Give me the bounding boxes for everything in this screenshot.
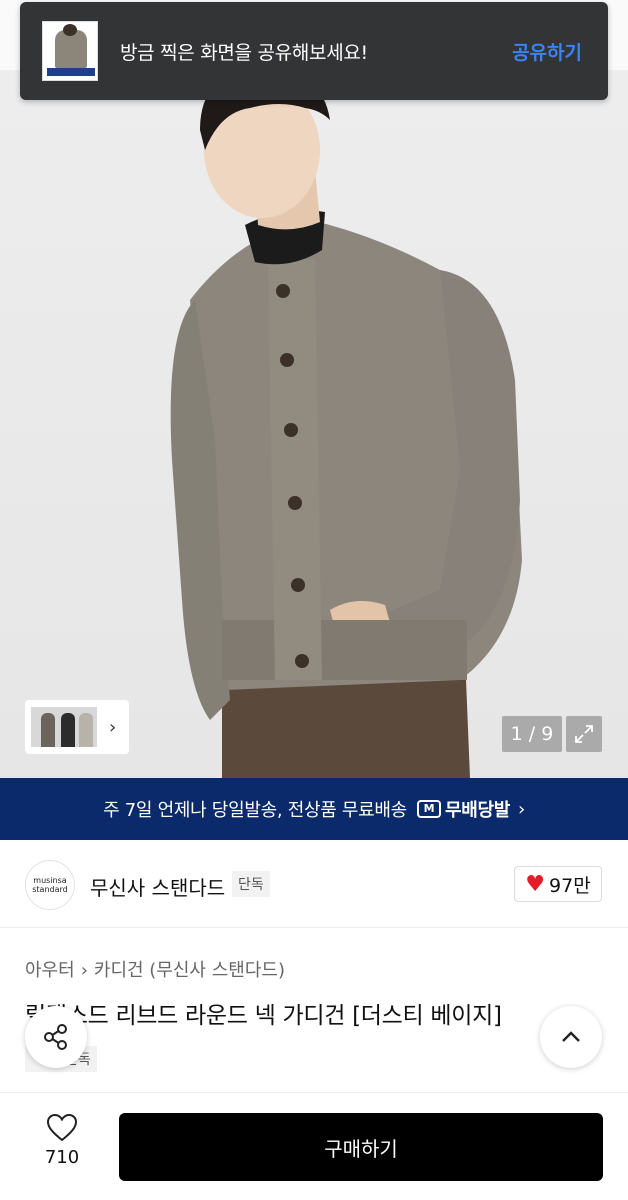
share-action-button[interactable]: 공유하기 bbox=[512, 38, 582, 65]
screenshot-thumbnail bbox=[42, 21, 98, 81]
scroll-top-button[interactable] bbox=[540, 1006, 602, 1068]
chevron-right-icon: › bbox=[517, 798, 525, 820]
buy-button[interactable]: 구매하기 bbox=[119, 1113, 603, 1181]
expand-icon[interactable] bbox=[566, 716, 602, 752]
wishlist-button[interactable]: 710 bbox=[25, 1113, 99, 1168]
chevron-right-icon[interactable]: › bbox=[109, 717, 116, 738]
brand-like-button[interactable]: ♥ 97만 bbox=[514, 866, 602, 902]
share-toast: 방금 찍은 화면을 공유해보세요! 공유하기 bbox=[20, 2, 608, 100]
product-title: 릴랙스드 리브드 라운드 넥 가디건 [더스티 베이지] bbox=[25, 1003, 502, 1029]
product-image[interactable] bbox=[0, 0, 628, 778]
chevron-up-icon bbox=[562, 1031, 580, 1042]
share-icon bbox=[44, 1024, 67, 1050]
brand-name[interactable]: 무신사 스탠다드 bbox=[90, 872, 225, 901]
brand-row: musinsa standard 무신사 스탠다드 단독 ♥ 97만 bbox=[0, 840, 628, 928]
share-button[interactable] bbox=[25, 1006, 87, 1068]
exclusive-badge: 단독 bbox=[232, 871, 270, 897]
wishlist-count: 710 bbox=[44, 1147, 80, 1168]
heart-outline-icon bbox=[46, 1113, 78, 1142]
shipping-banner-text: 주 7일 언제나 당일발송, 전상품 무료배송 bbox=[103, 800, 407, 821]
breadcrumb-item[interactable]: 카디건 (무신사 스탠다드) bbox=[94, 960, 285, 981]
bottom-action-bar: 710 구매하기 bbox=[0, 1092, 628, 1200]
truck-icon: M bbox=[416, 800, 441, 818]
model-photo bbox=[170, 68, 522, 778]
heart-filled-icon: ♥ bbox=[525, 871, 546, 897]
free-delivery-badge: M 무배당발 bbox=[416, 796, 510, 822]
image-counter: 1 / 9 bbox=[502, 716, 562, 752]
gallery-thumbnails[interactable]: › bbox=[25, 700, 129, 754]
brand-logo[interactable]: musinsa standard bbox=[25, 860, 75, 910]
breadcrumb-item[interactable]: 아우터 bbox=[25, 960, 75, 981]
breadcrumb: 아우터 › 카디건 (무신사 스탠다드) bbox=[25, 956, 285, 982]
badge-label: 무배당발 bbox=[444, 800, 510, 821]
gallery-thumbnail[interactable] bbox=[31, 707, 97, 747]
toast-message: 방금 찍은 화면을 공유해보세요! bbox=[120, 41, 368, 64]
brand-like-count: 97만 bbox=[549, 874, 591, 897]
chevron-right-icon: › bbox=[80, 960, 88, 981]
shipping-banner[interactable]: 주 7일 언제나 당일발송, 전상품 무료배송 M 무배당발 › bbox=[0, 778, 628, 840]
